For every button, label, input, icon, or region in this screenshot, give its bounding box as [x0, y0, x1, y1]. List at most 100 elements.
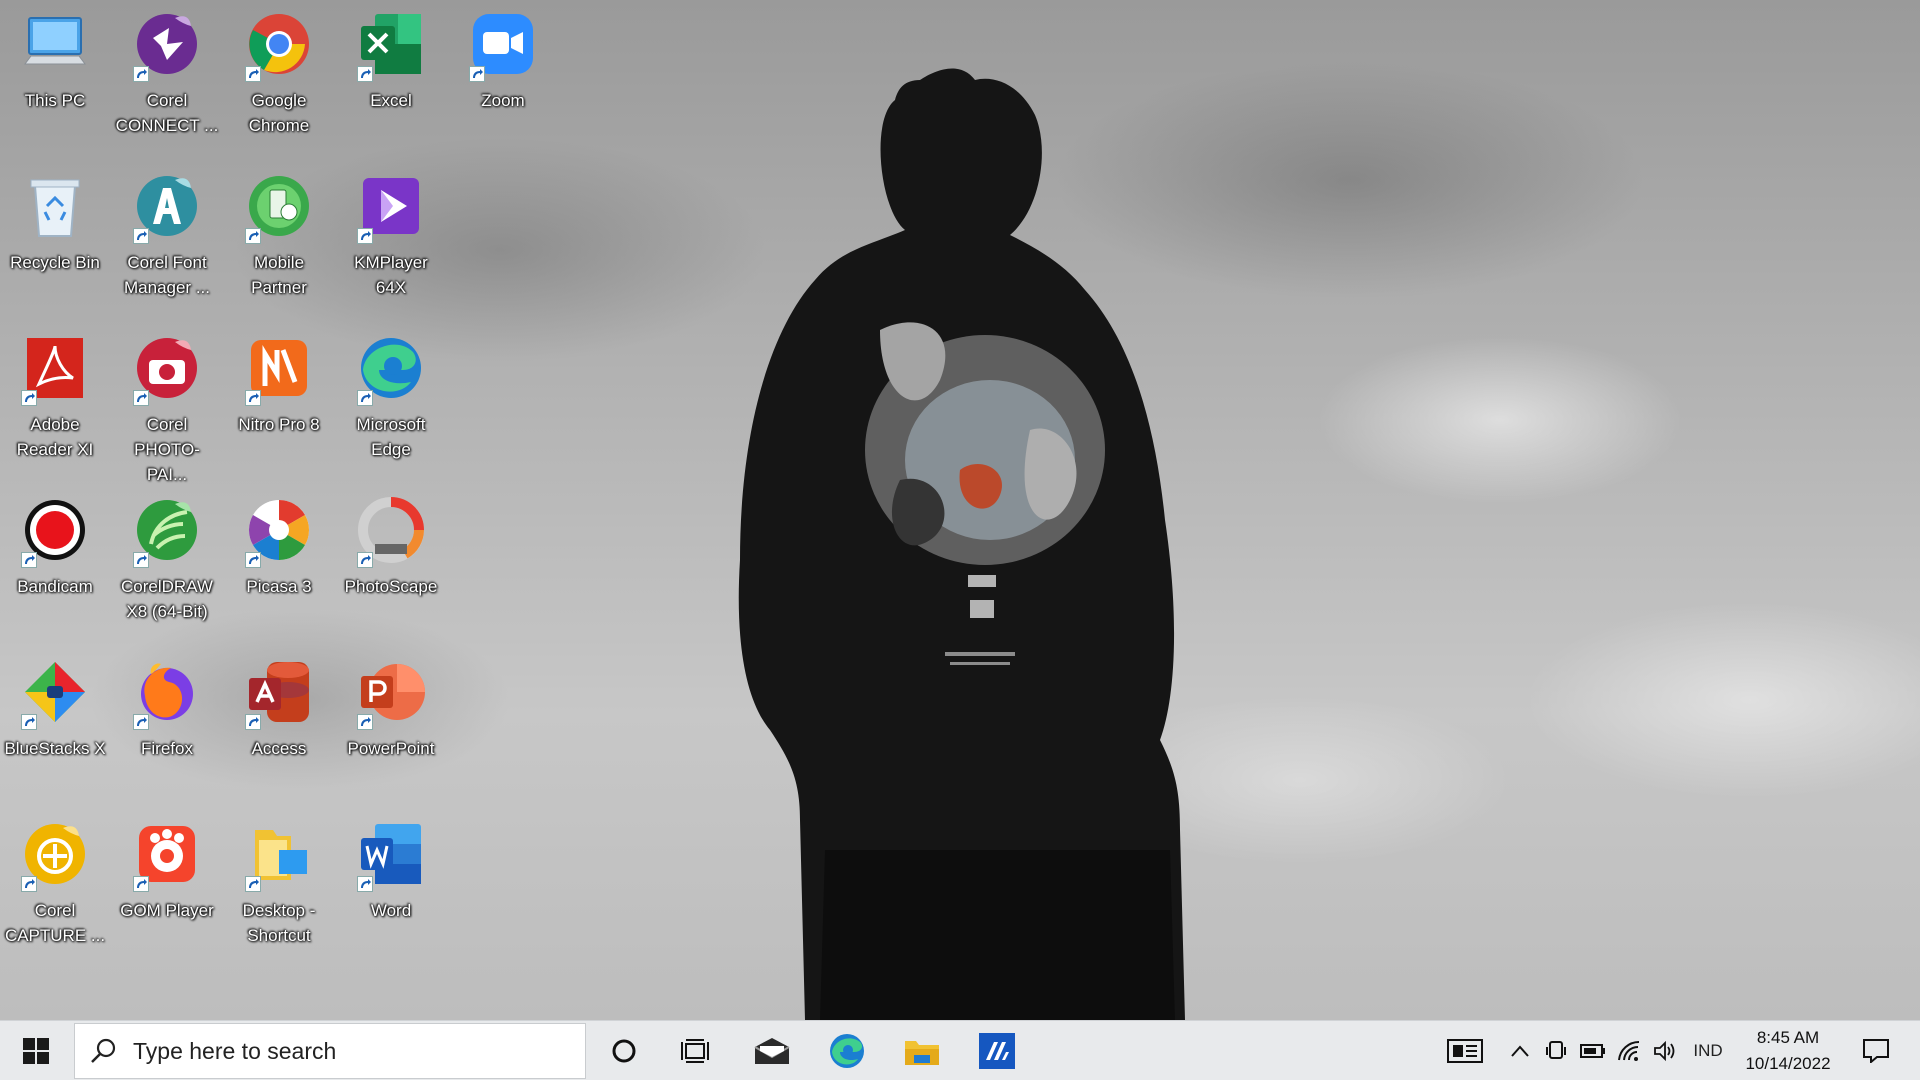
shortcut-arrow-icon	[21, 390, 37, 406]
shortcut-arrow-icon	[21, 552, 37, 568]
notification-center-button[interactable]	[1846, 1021, 1906, 1080]
desktop-icon-label: Zoom	[481, 91, 525, 110]
desktop-icon[interactable]: Microsoft Edge	[337, 324, 445, 474]
word-icon	[355, 818, 427, 892]
desktop-icon-label: Adobe Reader XI	[16, 415, 94, 459]
search-placeholder: Type here to search	[133, 1037, 337, 1064]
taskbar-file-explorer[interactable]	[890, 1021, 954, 1080]
shortcut-arrow-icon	[133, 714, 149, 730]
bandicam-icon	[19, 494, 91, 568]
task-view-button[interactable]	[664, 1021, 728, 1080]
desktop-icon[interactable]: PowerPoint	[337, 648, 445, 798]
desktop-icon[interactable]: Nitro Pro 8	[225, 324, 333, 474]
clock[interactable]: 8:45 AM 10/14/2022	[1738, 1025, 1838, 1077]
language-indicator[interactable]: IND	[1686, 1021, 1730, 1080]
wifi-icon	[1618, 1040, 1640, 1061]
shortcut-arrow-icon	[469, 66, 485, 82]
clock-date: 10/14/2022	[1745, 1054, 1831, 1073]
tray-device[interactable]	[1540, 1021, 1572, 1080]
show-hidden-icons-button[interactable]	[1504, 1021, 1536, 1080]
desktop-icon[interactable]: Recycle Bin	[1, 162, 109, 312]
mobile-partner-icon	[243, 170, 315, 244]
zoom-icon	[467, 8, 539, 82]
news-widget-button[interactable]	[1440, 1021, 1490, 1080]
taskbar-search-box[interactable]: Type here to search	[74, 1023, 586, 1079]
shortcut-arrow-icon	[133, 390, 149, 406]
desktop-icon[interactable]: BlueStacks X	[1, 648, 109, 798]
desktop-icon-label: PhotoScape	[344, 577, 438, 596]
shortcut-arrow-icon	[357, 390, 373, 406]
desktop-icon[interactable]: Mobile Partner	[225, 162, 333, 312]
shortcut-arrow-icon	[133, 228, 149, 244]
firefox-icon	[131, 656, 203, 730]
desktop-icon[interactable]: Picasa 3	[225, 486, 333, 636]
desktop-icon-label: This PC	[24, 91, 86, 110]
adobe-reader-icon	[19, 332, 91, 406]
tray-battery[interactable]	[1576, 1021, 1610, 1080]
desktop-icon[interactable]: Corel Font Manager ...	[113, 162, 221, 312]
desktop-icon-label: Corel PHOTO-PAI...	[134, 415, 200, 484]
shortcut-arrow-icon	[357, 714, 373, 730]
desktop-icon-label: CorelDRAW X8 (64-Bit)	[121, 577, 213, 621]
kmplayer-icon	[355, 170, 427, 244]
desktop-icon[interactable]: Corel CONNECT ...	[113, 0, 221, 150]
tray-network[interactable]	[1612, 1021, 1646, 1080]
shortcut-arrow-icon	[245, 876, 261, 892]
gom-player-icon	[131, 818, 203, 892]
taskbar-app[interactable]	[965, 1021, 1029, 1080]
desktop-icon[interactable]: CorelDRAW X8 (64-Bit)	[113, 486, 221, 636]
file-explorer-icon	[905, 1041, 939, 1065]
desktop-icon[interactable]: Firefox	[113, 648, 221, 798]
desktop-icon-label: Corel CONNECT ...	[115, 91, 219, 135]
desktop-icon-label: Firefox	[141, 739, 193, 758]
desktop-icon[interactable]: GOM Player	[113, 810, 221, 960]
desktop-icon[interactable]: Access	[225, 648, 333, 798]
desktop-icon[interactable]: Corel CAPTURE ...	[1, 810, 109, 960]
desktop-icon[interactable]: Zoom	[449, 0, 557, 150]
desktop-icon[interactable]: PhotoScape	[337, 486, 445, 636]
desktop-icon[interactable]: This PC	[1, 0, 109, 150]
start-button[interactable]	[0, 1021, 72, 1080]
desktop-icon-label: Nitro Pro 8	[238, 415, 320, 434]
desktop-icon-label: Bandicam	[17, 577, 93, 596]
desktop-icon-label: Microsoft Edge	[356, 415, 426, 459]
device-icon	[1546, 1041, 1566, 1059]
search-icon	[91, 1038, 116, 1063]
recycle-bin-icon	[19, 170, 91, 242]
desktop-icon[interactable]: Excel	[337, 0, 445, 150]
desktop-icon[interactable]: Corel PHOTO-PAI...	[113, 324, 221, 484]
desktop-icon-label: GOM Player	[120, 901, 214, 920]
tray-volume[interactable]	[1648, 1021, 1682, 1080]
clock-time: 8:45 AM	[1756, 1028, 1820, 1047]
shortcut-arrow-icon	[245, 714, 261, 730]
shortcut-arrow-icon	[245, 228, 261, 244]
corel-font-manager-icon	[131, 170, 203, 244]
shortcut-arrow-icon	[245, 390, 261, 406]
taskbar-mail[interactable]	[740, 1021, 804, 1080]
desktop-icon[interactable]: Desktop - Shortcut	[225, 810, 333, 960]
corel-photo-paint-icon	[131, 332, 203, 406]
cortana-button[interactable]	[594, 1021, 654, 1080]
cortana-icon	[612, 1039, 636, 1063]
task-view-icon	[681, 1039, 709, 1063]
desktop-icon[interactable]: KMPlayer 64X	[337, 162, 445, 312]
mail-icon	[754, 1038, 790, 1064]
nitro-pro-icon	[243, 332, 315, 406]
desktop-icon-label: Corel Font Manager ...	[124, 253, 210, 297]
this-pc-icon	[19, 8, 91, 80]
desktop-icon[interactable]: Bandicam	[1, 486, 109, 636]
desktop-icon[interactable]: Google Chrome	[225, 0, 333, 150]
corel-connect-icon	[131, 8, 203, 82]
edge-icon	[830, 1034, 864, 1068]
desktop-icon[interactable]: Word	[337, 810, 445, 960]
battery-icon	[1580, 1044, 1605, 1058]
shortcut-arrow-icon	[245, 66, 261, 82]
taskbar-edge[interactable]	[815, 1021, 879, 1080]
chevron-up-icon	[1511, 1045, 1529, 1057]
desktop-icon-label: Corel CAPTURE ...	[4, 901, 106, 945]
desktop-icon[interactable]: Adobe Reader XI	[1, 324, 109, 474]
app-icon	[979, 1033, 1015, 1069]
chrome-icon	[243, 8, 315, 82]
desktop-icon-label: Access	[251, 739, 307, 758]
shortcut-arrow-icon	[245, 552, 261, 568]
